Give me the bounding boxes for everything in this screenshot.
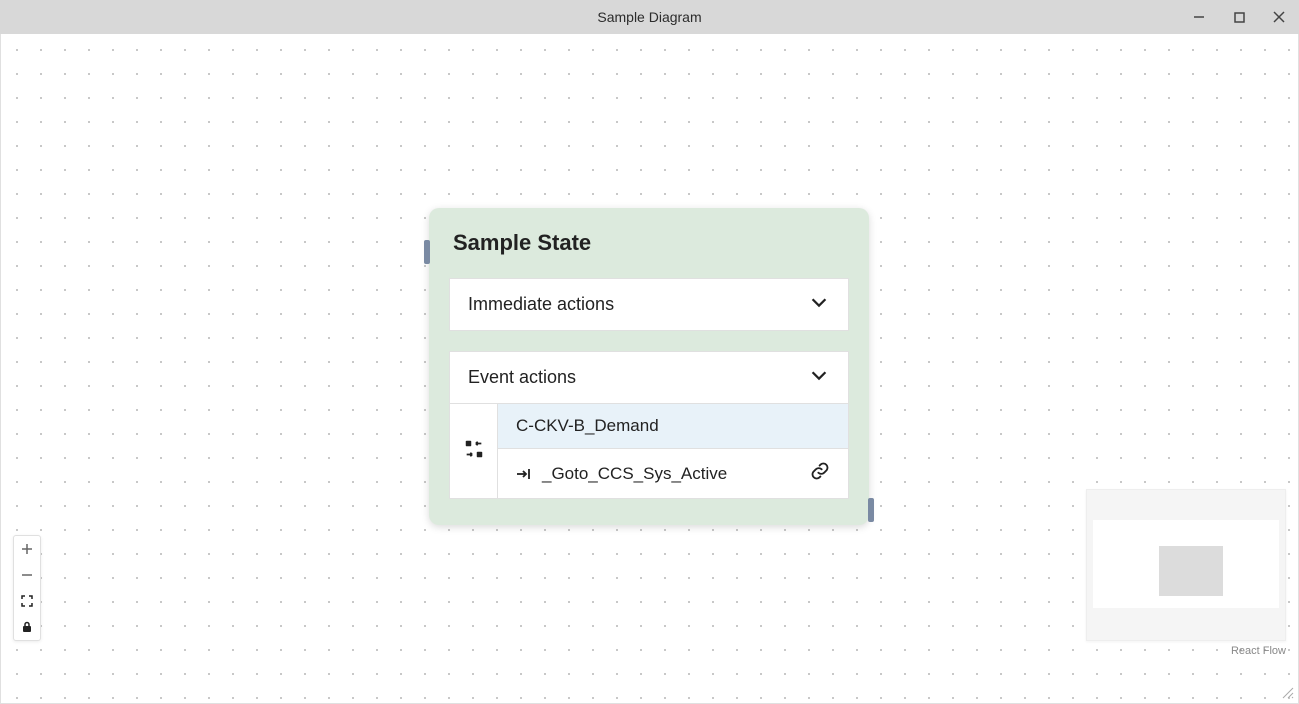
swap-icon xyxy=(463,438,485,465)
title-bar: Sample Diagram xyxy=(0,0,1299,34)
window-controls xyxy=(1179,0,1299,34)
immediate-actions-label: Immediate actions xyxy=(468,294,614,315)
event-goto-label: _Goto_CCS_Sys_Active xyxy=(542,464,810,484)
zoom-in-button[interactable] xyxy=(14,536,40,562)
node-handle-right[interactable] xyxy=(868,498,874,522)
chevron-down-icon xyxy=(808,364,830,391)
node-handle-left[interactable] xyxy=(424,240,430,264)
event-actions-section: Event actions xyxy=(449,351,849,499)
event-actions-label: Event actions xyxy=(468,367,576,388)
immediate-actions-header[interactable]: Immediate actions xyxy=(450,279,848,330)
lock-button[interactable] xyxy=(14,614,40,640)
chevron-down-icon xyxy=(808,291,830,318)
fit-view-button[interactable] xyxy=(14,588,40,614)
event-trigger-label: C-CKV-B_Demand xyxy=(516,416,830,436)
state-node-title: Sample State xyxy=(449,208,849,278)
window-title: Sample Diagram xyxy=(597,9,701,25)
maximize-button[interactable] xyxy=(1219,0,1259,34)
attribution-label: React Flow xyxy=(1231,645,1286,657)
diagram-canvas[interactable]: Sample State Immediate actions Event act… xyxy=(0,34,1299,704)
minimap[interactable] xyxy=(1086,489,1286,641)
link-icon[interactable] xyxy=(810,461,830,486)
event-goto-row[interactable]: _Goto_CCS_Sys_Active xyxy=(498,449,848,498)
minimize-button[interactable] xyxy=(1179,0,1219,34)
immediate-actions-section: Immediate actions xyxy=(449,278,849,331)
event-trigger-row[interactable]: C-CKV-B_Demand xyxy=(498,404,848,449)
canvas-controls xyxy=(13,535,41,641)
minimap-viewport xyxy=(1093,520,1279,608)
event-transition-icon-column xyxy=(450,404,498,498)
state-node[interactable]: Sample State Immediate actions Event act… xyxy=(429,208,869,525)
resize-grip[interactable] xyxy=(1280,685,1294,699)
minimap-node xyxy=(1159,546,1223,596)
zoom-out-button[interactable] xyxy=(14,562,40,588)
close-button[interactable] xyxy=(1259,0,1299,34)
goto-icon xyxy=(516,467,534,481)
event-actions-header[interactable]: Event actions xyxy=(450,352,848,403)
